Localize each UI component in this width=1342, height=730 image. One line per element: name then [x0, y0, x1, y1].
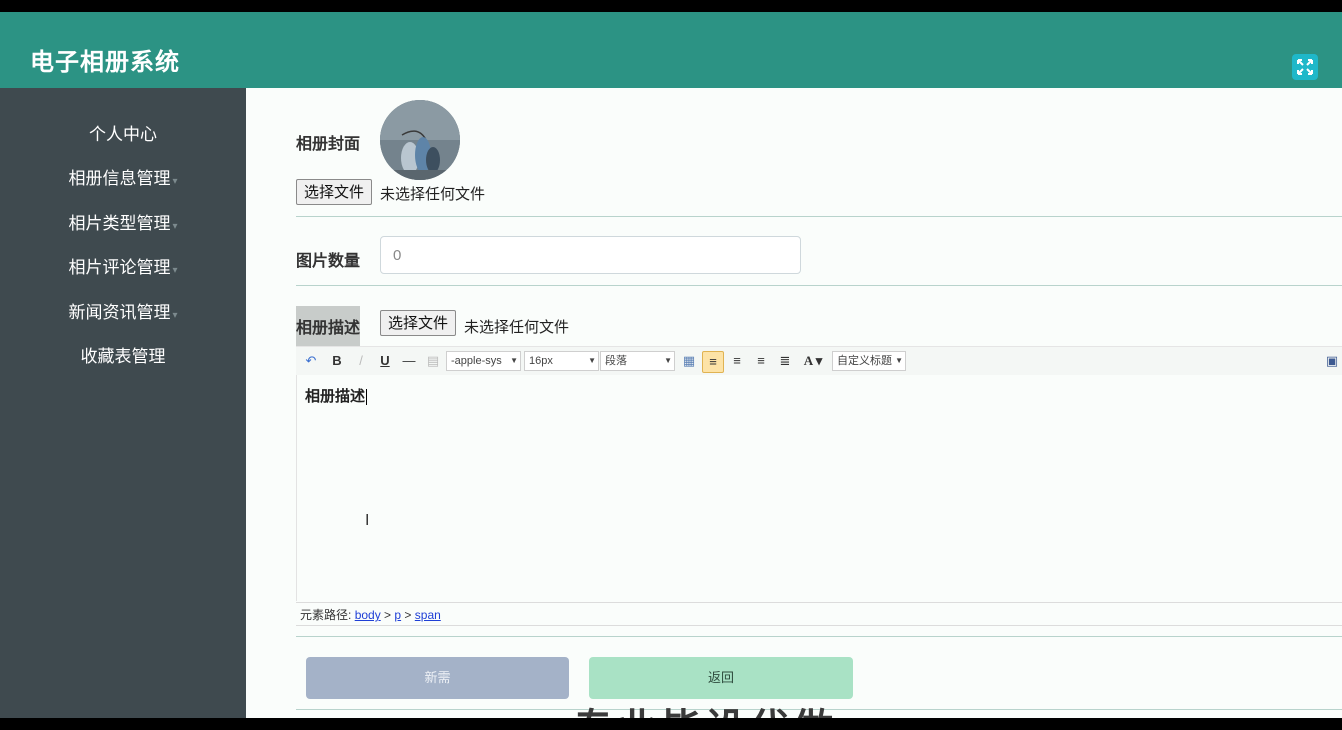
description-label: 相册描述 [296, 306, 361, 346]
sidebar-item-label: 相片评论管理 [68, 258, 171, 277]
path-span-link[interactable]: span [415, 608, 441, 622]
cover-file-status: 未选择任何文件 [380, 186, 486, 203]
sidebar: 个人中心 相册信息管理 ▾ 相片类型管理 ▾ 相片评论管理 ▾ 新闻资讯管理 ▾ 收藏表… [0, 88, 246, 718]
font-size-select[interactable]: 16px ▼ [524, 351, 599, 371]
description-file-button[interactable]: 选择文件 [380, 310, 457, 336]
sidebar-item-photo-type[interactable]: 相片类型管理 ▾ [0, 209, 246, 234]
align-left-icon[interactable]: ≡ [702, 351, 724, 373]
paste-icon[interactable]: ▤ [424, 351, 442, 371]
editor-element-path: 元素路径: body > p > span [296, 602, 1342, 626]
custom-title-select[interactable]: 自定义标题 ▼ [832, 351, 906, 371]
description-file-status: 未选择任何文件 [464, 319, 570, 336]
editor-body[interactable]: 相册描述 [296, 375, 1342, 601]
sidebar-item-label: 相册信息管理 [68, 169, 171, 188]
text-caret [366, 389, 368, 406]
undo-icon[interactable]: ↶ [302, 351, 320, 371]
sidebar-item-label: 新闻资讯管理 [68, 303, 171, 322]
save-button[interactable]: 新需 [306, 657, 569, 699]
font-color-button[interactable]: A ▾ [800, 351, 826, 371]
chevron-icon: ▾ [172, 176, 178, 187]
path-p-link[interactable]: p [394, 608, 401, 622]
italic-icon[interactable]: / [352, 351, 370, 371]
underline-button[interactable]: U [376, 351, 394, 371]
sidebar-item-label: 相片类型管理 [68, 214, 171, 233]
fullscreen-button[interactable] [1292, 54, 1318, 80]
horizontal-rule-icon[interactable]: — [400, 351, 418, 371]
bold-button[interactable]: B [328, 351, 346, 371]
sidebar-item-favorites[interactable]: 收藏表管理 [0, 342, 246, 367]
text-cursor-icon: I [365, 512, 370, 529]
path-body-link[interactable]: body [355, 608, 381, 622]
editor-content[interactable]: 相册描述 [305, 385, 368, 406]
divider [296, 636, 1342, 637]
font-family-select[interactable]: -apple-sys ▼ [446, 351, 521, 371]
table-icon[interactable]: ▦ [680, 351, 698, 371]
watermark-text: 专业毕设代做 [573, 696, 837, 718]
app-title: 电子相册系统 [30, 49, 180, 76]
count-input[interactable] [380, 236, 801, 274]
paragraph-select[interactable]: 段落 ▼ [600, 351, 675, 371]
align-justify-icon[interactable]: ≣ [776, 351, 794, 371]
chevron-icon: ▾ [172, 310, 178, 321]
cover-label: 相册封面 [296, 136, 361, 153]
count-label: 图片数量 [296, 253, 361, 270]
sidebar-item-album-info[interactable]: 相册信息管理 ▾ [0, 164, 246, 189]
chevron-icon: ▾ [172, 265, 178, 276]
sidebar-item-photo-comment[interactable]: 相片评论管理 ▾ [0, 253, 246, 278]
sidebar-item-label: 收藏表管理 [80, 347, 166, 366]
sidebar-item-news[interactable]: 新闻资讯管理 ▾ [0, 298, 246, 323]
sidebar-item-personal-center[interactable]: 个人中心 [0, 120, 246, 145]
main-content: 相册封面 选择文件 未选择任何文件 图片数量 相册描述 选择文件 未选择任何文件… [246, 88, 1342, 718]
fullscreen-editor-icon[interactable]: ▣ [1324, 351, 1340, 371]
editor-toolbar: ↶ B / U — ▤ -apple-sys ▼ 16px ▼ 段落 ▼ ▦ ≡ ≡ … [296, 346, 1342, 375]
bottom-bar [0, 718, 1342, 730]
align-right-icon[interactable]: ≡ [728, 351, 746, 371]
back-button[interactable]: 返回 [589, 657, 853, 699]
align-center-icon[interactable]: ≡ [752, 351, 770, 371]
divider [296, 216, 1342, 217]
cover-file-button[interactable]: 选择文件 [296, 179, 373, 205]
chevron-icon: ▾ [172, 221, 178, 232]
expand-icon [1297, 59, 1313, 75]
top-bar: 电子相册系统 [0, 12, 1342, 88]
album-cover-image [380, 100, 460, 180]
sidebar-item-label: 个人中心 [89, 125, 157, 144]
divider [296, 285, 1342, 286]
